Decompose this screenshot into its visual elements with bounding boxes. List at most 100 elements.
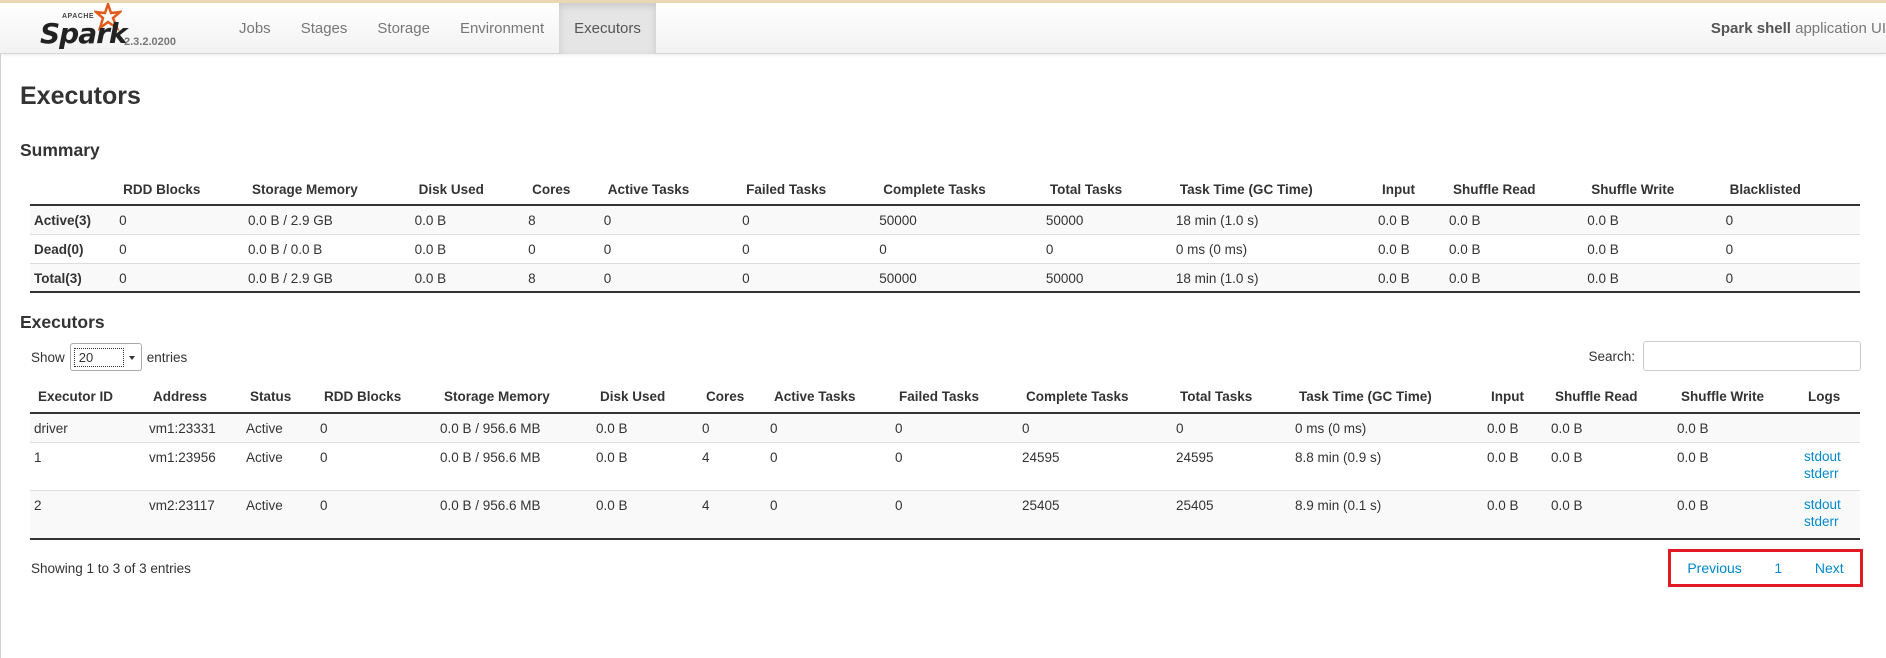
executor-cell: 0 [895,498,903,513]
summary-cell: 18 min (1.0 s) [1175,270,1259,286]
summary-col-blank[interactable] [30,175,115,205]
summary-cell: 0 [603,270,612,286]
executor-cell: 0 [702,421,710,436]
executor-cell: 0 [770,450,778,465]
executor-cell: 24595 [1176,450,1214,465]
summary-col-active-tasks[interactable]: Active Tasks [600,175,738,205]
nav-jobs[interactable]: Jobs [224,3,286,54]
page-length-control: Show 20 entries [31,343,187,371]
summary-row-label: Dead(0) [34,241,84,257]
executors-col-failed-tasks[interactable]: Failed Tasks [891,381,1018,413]
summary-row: Total(3) 0 0.0 B / 2.9 GB 0.0 B 8 0 0 50000 5000… [30,263,1860,292]
summary-col-rdd-blocks[interactable]: RDD Blocks [115,175,244,205]
executors-col-complete-tasks[interactable]: Complete Tasks [1018,381,1172,413]
executor-cell: 0 [1022,421,1030,436]
executors-col-storage-memory[interactable]: Storage Memory [436,381,592,413]
table-info: Showing 1 to 3 of 3 entries [31,561,191,576]
page-length-select[interactable]: 20 [69,343,142,371]
executors-body: driver vm1:23331 Active 0 0.0 B / 956.6 MB 0.… [30,413,1860,539]
summary-cell: 50000 [879,270,917,286]
executor-cell: 0 [895,421,903,436]
executor-cell: 0.0 B [1551,498,1583,513]
nav-executors[interactable]: Executors [559,3,656,54]
executor-cell: 2 [34,498,42,513]
executors-col-input[interactable]: Input [1483,381,1547,413]
executors-col-task-time-gc-time[interactable]: Task Time (GC Time) [1291,381,1483,413]
top-navbar: APACHE Spark 2.3.2.0200 Jobs Stages Stor… [0,0,1886,54]
page-1-button[interactable]: 1 [1774,560,1782,576]
executor-cell: 0.0 B [596,421,628,436]
executor-cell: 4 [702,498,710,513]
summary-cell: 0 [1045,241,1054,257]
summary-cell: 0.0 B [1587,270,1619,286]
executors-col-active-tasks[interactable]: Active Tasks [766,381,891,413]
summary-row-label: Active(3) [34,213,92,228]
summary-table: RDD Blocks Storage Memory Disk Used Cores Ac… [30,175,1860,293]
nav-storage[interactable]: Storage [362,3,445,54]
stderr-link[interactable]: stderr [1804,512,1856,532]
executor-cell: 0 [320,421,328,436]
app-name: Spark shell application UI [1711,3,1886,54]
executor-cell: 0.0 B [1551,421,1583,436]
executor-cell: 0.0 B [596,450,628,465]
table-row: 1 vm1:23956 Active 0 0.0 B / 956.6 MB 0.0 B 4 0… [30,443,1860,491]
summary-col-shuffle-write[interactable]: Shuffle Write [1583,175,1721,205]
main-nav: Jobs Stages Storage Environment Executor… [224,3,656,54]
executor-cell: vm1:23956 [149,450,216,465]
summary-cell: 0.0 B [1448,241,1481,257]
executors-col-disk-used[interactable]: Disk Used [592,381,698,413]
executor-cell: Active [246,421,283,436]
summary-cell: 18 min (1.0 s) [1175,213,1259,228]
executors-col-shuffle-read[interactable]: Shuffle Read [1547,381,1673,413]
summary-col-shuffle-read[interactable]: Shuffle Read [1445,175,1583,205]
summary-col-storage-memory[interactable]: Storage Memory [244,175,411,205]
search-input[interactable] [1643,341,1861,371]
executor-cell: 0 [1176,421,1184,436]
summary-cell: 50000 [879,213,917,228]
summary-cell: 0.0 B / 2.9 GB [247,213,333,228]
entries-label: entries [146,349,188,365]
executors-col-status[interactable]: Status [242,381,316,413]
summary-col-total-tasks[interactable]: Total Tasks [1042,175,1172,205]
summary-cell: 8 [528,213,536,228]
summary-cell: 0.0 B [414,213,447,228]
summary-cell: 0 [742,213,750,228]
logs-cell [1800,413,1860,443]
executor-cell: 0.0 B [1677,421,1709,436]
stderr-link[interactable]: stderr [1804,464,1856,484]
executors-col-cores[interactable]: Cores [698,381,766,413]
nav-stages[interactable]: Stages [286,3,363,54]
executors-col-logs[interactable]: Logs [1800,381,1860,413]
dropdown-arrow-icon [128,356,135,360]
executor-cell: 0.0 B [1677,450,1709,465]
executor-cell: driver [34,421,68,436]
summary-cell: 0.0 B [414,241,447,257]
summary-row-label: Total(3) [34,270,82,286]
summary-body: Active(3) 0 0.0 B / 2.9 GB 0.0 B 8 0 0 50000 500… [30,205,1860,292]
nav-environment[interactable]: Environment [445,3,559,54]
summary-col-task-time-gc-time[interactable]: Task Time (GC Time) [1172,175,1374,205]
executor-cell: 4 [702,450,710,465]
summary-col-input[interactable]: Input [1374,175,1445,205]
summary-cell: 0 [742,270,750,286]
spark-logo[interactable]: APACHE Spark 2.3.2.0200 [40,3,190,53]
summary-col-disk-used[interactable]: Disk Used [411,175,524,205]
executors-col-rdd-blocks[interactable]: RDD Blocks [316,381,436,413]
summary-col-failed-tasks[interactable]: Failed Tasks [738,175,875,205]
executor-cell: 0 [770,498,778,513]
left-border [0,54,1,658]
summary-col-complete-tasks[interactable]: Complete Tasks [875,175,1042,205]
next-button[interactable]: Next [1815,560,1844,576]
executors-col-executor-id[interactable]: Executor ID [30,381,145,413]
executors-col-shuffle-write[interactable]: Shuffle Write [1673,381,1800,413]
executors-col-address[interactable]: Address [145,381,242,413]
executor-cell: 24595 [1022,450,1060,465]
executors-col-total-tasks[interactable]: Total Tasks [1172,381,1291,413]
executors-heading: Executors [20,312,105,332]
summary-col-blacklisted[interactable]: Blacklisted [1722,175,1860,205]
summary-cell: 0.0 B [1378,241,1410,257]
summary-col-cores[interactable]: Cores [524,175,600,205]
executor-cell: 8.9 min (0.1 s) [1295,498,1382,513]
previous-button[interactable]: Previous [1687,560,1741,576]
app-name-suffix: application UI [1795,20,1886,37]
